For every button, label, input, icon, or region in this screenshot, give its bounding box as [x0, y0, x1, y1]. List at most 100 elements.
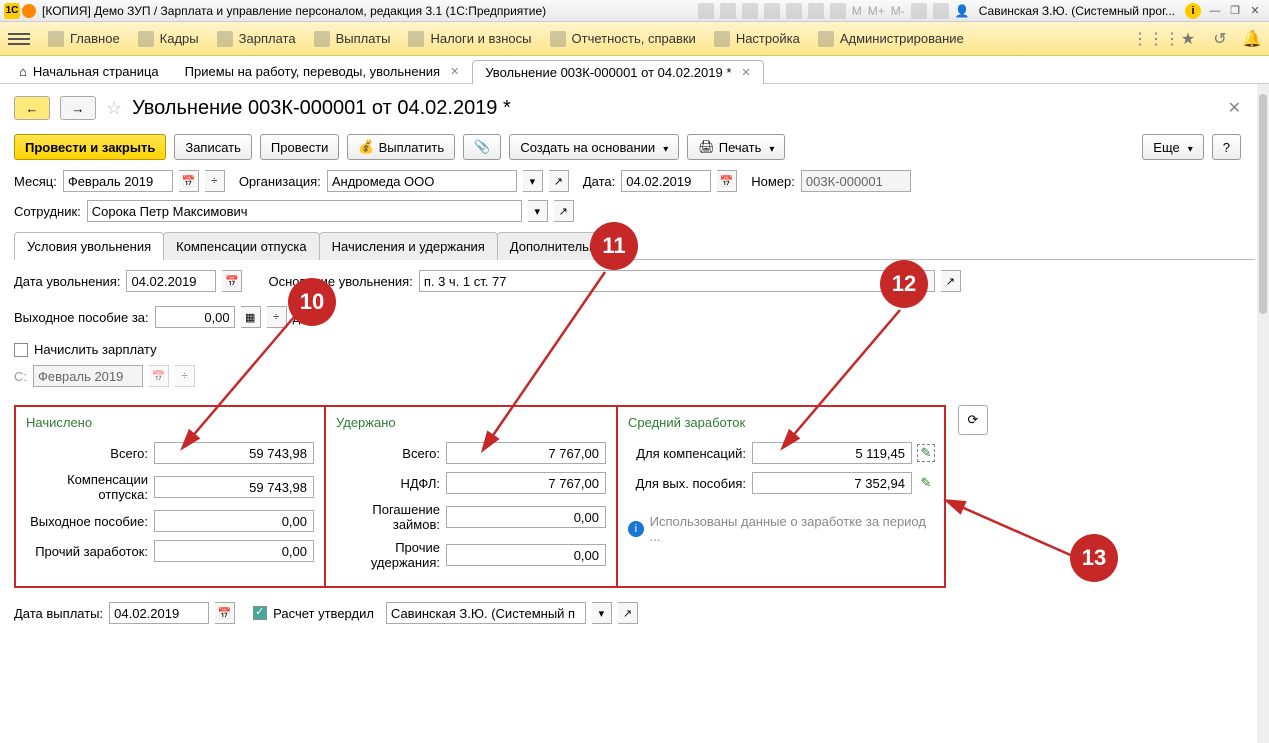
month-input[interactable]: [63, 170, 173, 192]
titlebar: 1С [КОПИЯ] Демо ЗУП / Зарплата и управле…: [0, 0, 1269, 22]
menu-taxes[interactable]: Налоги и взносы: [408, 31, 531, 47]
tab-dismissal[interactable]: Увольнение 003К-000001 от 04.02.2019 *✕: [472, 60, 763, 84]
callout-12: 12: [880, 260, 928, 308]
refresh-button[interactable]: ⟳: [958, 405, 988, 435]
subtab-conditions[interactable]: Условия увольнения: [14, 232, 164, 260]
calendar-icon[interactable]: 📅: [717, 170, 737, 192]
titlebar-mminus[interactable]: M-: [891, 4, 905, 18]
percent-icon: [408, 31, 424, 47]
org-input[interactable]: [327, 170, 517, 192]
toolbar-icon[interactable]: [830, 3, 846, 19]
report-icon: [550, 31, 566, 47]
open-icon[interactable]: ↗: [941, 270, 961, 292]
calendar-icon[interactable]: 📅: [222, 270, 242, 292]
star-icon[interactable]: ★: [1179, 30, 1197, 48]
app-menu-icon[interactable]: [22, 4, 36, 18]
toolbar-icon[interactable]: [933, 3, 949, 19]
close-icon[interactable]: ✕: [450, 65, 459, 78]
scrollbar-thumb[interactable]: [1259, 94, 1267, 314]
calendar-icon[interactable]: 📅: [179, 170, 199, 192]
open-icon[interactable]: ↗: [549, 170, 569, 192]
accrued-other[interactable]: [154, 540, 314, 562]
page-close-icon[interactable]: ✕: [1228, 98, 1241, 118]
pencil-icon[interactable]: ✎: [918, 475, 934, 491]
more-button[interactable]: Еще: [1142, 134, 1203, 160]
minimize-button[interactable]: —: [1207, 3, 1223, 19]
post-button[interactable]: Провести: [260, 134, 340, 160]
back-button[interactable]: ←: [14, 96, 50, 120]
calc-icon[interactable]: ▦: [241, 306, 261, 328]
avg-sev[interactable]: [752, 472, 912, 494]
subtab-accruals[interactable]: Начисления и удержания: [319, 232, 498, 260]
toolbar-icon[interactable]: [764, 3, 780, 19]
spinner-icon[interactable]: ÷: [205, 170, 225, 192]
menu-hr[interactable]: Кадры: [138, 31, 199, 47]
open-icon[interactable]: ↗: [554, 200, 574, 222]
print-button[interactable]: 🖨Печать: [687, 134, 785, 160]
approved-checkbox[interactable]: [253, 606, 267, 620]
avg-info-text[interactable]: Использованы данные о заработке за перио…: [650, 514, 934, 544]
pencil-icon[interactable]: ✎: [918, 445, 934, 461]
withheld-other[interactable]: [446, 544, 606, 566]
forward-button[interactable]: →: [60, 96, 96, 120]
bell-icon[interactable]: 🔔: [1243, 30, 1261, 48]
withheld-ndfl[interactable]: [446, 472, 606, 494]
accrued-vacation[interactable]: [154, 476, 314, 498]
info-icon[interactable]: i: [1185, 3, 1201, 19]
menu-settings[interactable]: Настройка: [714, 31, 800, 47]
help-button[interactable]: ?: [1212, 134, 1241, 160]
titlebar-mplus[interactable]: M+: [868, 4, 885, 18]
approver-input[interactable]: [386, 602, 586, 624]
titlebar-m[interactable]: M: [852, 4, 862, 18]
dropdown-icon[interactable]: ▾: [528, 200, 548, 222]
close-icon[interactable]: ✕: [741, 66, 750, 79]
toolbar-icon[interactable]: [698, 3, 714, 19]
post-and-close-button[interactable]: Провести и закрыть: [14, 134, 166, 160]
toolbar-icon[interactable]: [786, 3, 802, 19]
calc-salary-checkbox[interactable]: [14, 343, 28, 357]
paydate-input[interactable]: [109, 602, 209, 624]
menu-main[interactable]: Главное: [48, 31, 120, 47]
toolbar-icon[interactable]: [808, 3, 824, 19]
toolbar-icon[interactable]: [911, 3, 927, 19]
tab-hires[interactable]: Приемы на работу, переводы, увольнения✕: [172, 59, 473, 83]
accrued-total[interactable]: [154, 442, 314, 464]
burger-icon[interactable]: [8, 33, 30, 45]
paperclip-icon: 📎: [474, 139, 490, 155]
dropdown-icon[interactable]: ▾: [592, 602, 612, 624]
close-button[interactable]: ✕: [1247, 3, 1263, 19]
menu-reports[interactable]: Отчетность, справки: [550, 31, 696, 47]
menu-payouts[interactable]: Выплаты: [314, 31, 391, 47]
subtab-vacation[interactable]: Компенсации отпуска: [163, 232, 320, 260]
history-icon[interactable]: ↺: [1211, 30, 1229, 48]
wallet-icon: [314, 31, 330, 47]
tab-home[interactable]: ⌂Начальная страница: [6, 59, 172, 83]
employee-input[interactable]: [87, 200, 522, 222]
restore-button[interactable]: ❐: [1227, 3, 1243, 19]
dismissal-date-input[interactable]: [126, 270, 216, 292]
accrued-severance[interactable]: [154, 510, 314, 532]
spinner-icon[interactable]: ÷: [267, 306, 287, 328]
calendar-icon[interactable]: 📅: [215, 602, 235, 624]
menu-admin[interactable]: Администрирование: [818, 31, 964, 47]
save-button[interactable]: Записать: [174, 134, 252, 160]
dropdown-icon[interactable]: ▾: [523, 170, 543, 192]
withheld-total[interactable]: [446, 442, 606, 464]
reason-input[interactable]: [419, 270, 909, 292]
toolbar-icon[interactable]: [720, 3, 736, 19]
apps-icon[interactable]: ⋮⋮⋮: [1147, 30, 1165, 48]
main-menu: Главное Кадры Зарплата Выплаты Налоги и …: [0, 22, 1269, 56]
toolbar-icon[interactable]: [742, 3, 758, 19]
favorite-star-icon[interactable]: ☆: [106, 98, 122, 119]
create-based-button[interactable]: Создать на основании: [509, 134, 679, 160]
avg-comp[interactable]: [752, 442, 912, 464]
date-input[interactable]: [621, 170, 711, 192]
severance-input[interactable]: [155, 306, 235, 328]
withheld-loan[interactable]: [446, 506, 606, 528]
menu-salary[interactable]: Зарплата: [217, 31, 296, 47]
attach-button[interactable]: 📎: [463, 134, 501, 160]
scrollbar[interactable]: [1257, 84, 1269, 743]
current-user[interactable]: Савинская З.Ю. (Системный прог...: [979, 4, 1175, 18]
open-icon[interactable]: ↗: [618, 602, 638, 624]
pay-button[interactable]: 💰Выплатить: [347, 134, 455, 160]
